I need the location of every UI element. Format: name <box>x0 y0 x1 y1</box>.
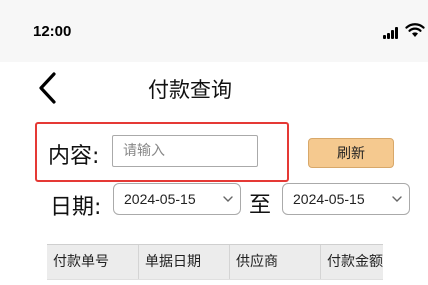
status-time: 12:00 <box>33 23 72 40</box>
page-title: 付款查询 <box>148 78 232 102</box>
start-date-value: 2024-05-15 <box>124 191 196 207</box>
refresh-button[interactable]: 刷新 <box>308 138 394 168</box>
date-label: 日期: <box>50 195 102 220</box>
date-separator: 至 <box>249 193 272 218</box>
column-header-supplier[interactable]: 供应商 <box>230 245 321 279</box>
payment-table: 付款单号 单据日期 供应商 付款金额 <box>47 244 383 285</box>
chevron-down-icon <box>392 196 402 202</box>
refresh-button-label: 刷新 <box>337 146 365 162</box>
wifi-icon <box>405 23 425 37</box>
chevron-left-icon <box>39 72 56 104</box>
column-header-amount[interactable]: 付款金额 <box>321 245 383 279</box>
table-row <box>47 279 383 285</box>
content-search-input[interactable] <box>112 135 258 167</box>
column-header-doc-date[interactable]: 单据日期 <box>139 245 230 279</box>
end-date-value: 2024-05-15 <box>293 191 365 207</box>
end-date-select[interactable]: 2024-05-15 <box>282 183 410 215</box>
back-button[interactable] <box>34 68 64 108</box>
column-header-payment-no[interactable]: 付款单号 <box>47 245 139 279</box>
signal-icon <box>383 27 401 39</box>
status-bar: 12:00 <box>0 0 428 62</box>
content-label: 内容: <box>48 144 100 169</box>
chevron-down-icon <box>223 196 233 202</box>
start-date-select[interactable]: 2024-05-15 <box>113 183 241 215</box>
